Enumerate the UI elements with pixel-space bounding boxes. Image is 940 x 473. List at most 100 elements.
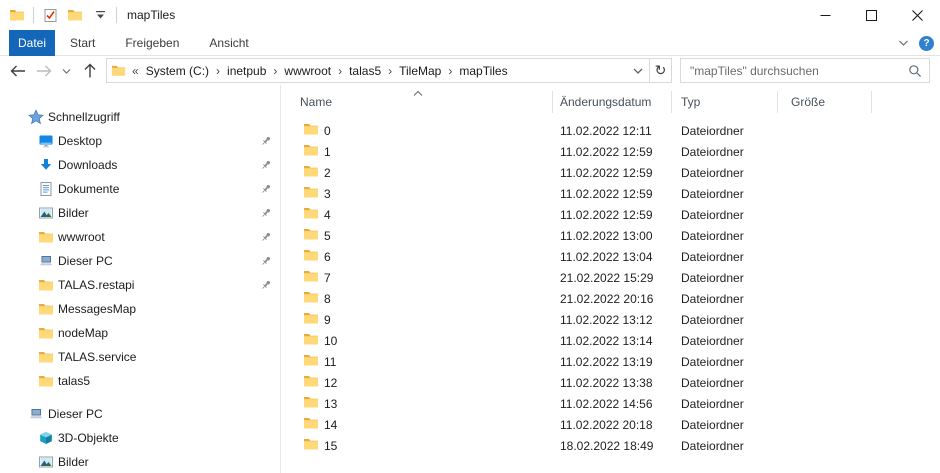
up-button[interactable] bbox=[78, 59, 102, 83]
sidebar-item-label: Dieser PC bbox=[58, 254, 113, 268]
maximize-button[interactable] bbox=[848, 0, 894, 30]
folder-icon bbox=[38, 325, 54, 341]
quick-access-star-icon bbox=[28, 109, 44, 125]
sidebar-item-talas-restapi[interactable]: TALAS.restapi bbox=[0, 273, 280, 297]
table-row[interactable]: 2 11.02.2022 12:59 Dateiordner bbox=[282, 162, 940, 183]
minimize-button[interactable] bbox=[802, 0, 848, 30]
sidebar-item-schnellzugriff[interactable]: Schnellzugriff bbox=[0, 105, 280, 129]
table-row[interactable]: 9 11.02.2022 13:12 Dateiordner bbox=[282, 309, 940, 330]
tab-start[interactable]: Start bbox=[55, 30, 110, 56]
sidebar-item-nodemap[interactable]: nodeMap bbox=[0, 321, 280, 345]
ribbon-tab-bar: DateiStartFreigebenAnsicht ? bbox=[0, 30, 940, 56]
quick-access-toolbar-dropdown-icon[interactable] bbox=[91, 5, 109, 25]
breadcrumb-segment[interactable]: mapTiles bbox=[457, 64, 509, 78]
sidebar-item-bilder[interactable]: Bilder bbox=[0, 201, 280, 225]
pin-icon bbox=[260, 255, 272, 267]
sidebar-item-label: Dokumente bbox=[58, 182, 119, 196]
3d-objects-icon bbox=[38, 430, 54, 446]
sidebar-item-label: wwwroot bbox=[58, 230, 105, 244]
table-row[interactable]: 0 11.02.2022 12:11 Dateiordner bbox=[282, 120, 940, 141]
column-header-size[interactable]: Größe bbox=[778, 91, 872, 113]
sidebar-item-label: Dieser PC bbox=[48, 407, 103, 421]
pin-icon bbox=[260, 135, 272, 147]
refresh-button[interactable]: ↻ bbox=[650, 58, 672, 83]
table-row[interactable]: 10 11.02.2022 13:14 Dateiordner bbox=[282, 330, 940, 351]
address-bar[interactable]: « System (C:)›inetpub›wwwroot›talas5›Til… bbox=[106, 58, 650, 83]
sidebar-item-downloads[interactable]: Downloads bbox=[0, 153, 280, 177]
search-input[interactable] bbox=[681, 64, 908, 78]
sidebar-item-dokumente[interactable]: Dokumente bbox=[0, 177, 280, 201]
desktop-icon bbox=[38, 133, 54, 149]
table-row[interactable]: 11 11.02.2022 13:19 Dateiordner bbox=[282, 351, 940, 372]
table-row[interactable]: 4 11.02.2022 12:59 Dateiordner bbox=[282, 204, 940, 225]
folder-icon bbox=[303, 373, 319, 392]
sidebar-item-wwwroot[interactable]: wwwroot bbox=[0, 225, 280, 249]
computer-icon bbox=[28, 406, 44, 422]
sidebar-item-dieser-pc[interactable]: Dieser PC bbox=[0, 402, 280, 426]
table-row[interactable]: 6 11.02.2022 13:04 Dateiordner bbox=[282, 246, 940, 267]
computer-icon bbox=[38, 253, 54, 269]
breadcrumb-separator-icon[interactable]: › bbox=[443, 64, 457, 78]
navigation-bar: « System (C:)›inetpub›wwwroot›talas5›Til… bbox=[0, 56, 940, 85]
sidebar-item-messagesmap[interactable]: MessagesMap bbox=[0, 297, 280, 321]
breadcrumb-segment[interactable]: wwwroot bbox=[282, 64, 333, 78]
folder-icon bbox=[303, 142, 319, 161]
breadcrumb-separator-icon[interactable]: › bbox=[268, 64, 282, 78]
sidebar-item-bilder[interactable]: Bilder bbox=[0, 450, 280, 473]
column-header-type[interactable]: Typ bbox=[672, 91, 778, 113]
breadcrumb-segment[interactable]: talas5 bbox=[347, 64, 383, 78]
forward-button[interactable] bbox=[32, 59, 56, 83]
tab-datei[interactable]: Datei bbox=[9, 30, 55, 56]
sidebar-item-label: MessagesMap bbox=[58, 302, 136, 316]
content-area: SchnellzugriffDesktopDownloads Dokumente B… bbox=[0, 85, 940, 473]
table-row[interactable]: 7 21.02.2022 15:29 Dateiordner bbox=[282, 267, 940, 288]
table-row[interactable]: 1 11.02.2022 12:59 Dateiordner bbox=[282, 141, 940, 162]
table-row[interactable]: 13 11.02.2022 14:56 Dateiordner bbox=[282, 393, 940, 414]
tab-freigeben[interactable]: Freigeben bbox=[110, 30, 194, 56]
search-icon[interactable] bbox=[908, 64, 922, 78]
table-row[interactable]: 12 11.02.2022 13:38 Dateiordner bbox=[282, 372, 940, 393]
breadcrumb-segment[interactable]: System (C:) bbox=[144, 64, 211, 78]
table-row[interactable]: 5 11.02.2022 13:00 Dateiordner bbox=[282, 225, 940, 246]
tab-ansicht[interactable]: Ansicht bbox=[194, 30, 263, 56]
titlebar-separator bbox=[116, 7, 117, 23]
recent-locations-icon[interactable] bbox=[58, 59, 74, 83]
properties-icon[interactable] bbox=[41, 5, 59, 25]
pin-icon bbox=[260, 159, 272, 171]
titlebar-separator bbox=[33, 7, 34, 23]
window-title: mapTiles bbox=[127, 8, 175, 22]
pin-icon bbox=[260, 183, 272, 195]
column-header-date[interactable]: Änderungsdatum bbox=[553, 91, 672, 113]
folder-icon bbox=[303, 415, 319, 434]
folder-icon bbox=[303, 394, 319, 413]
window-folder-icon bbox=[8, 5, 26, 25]
table-row[interactable]: 14 11.02.2022 20:18 Dateiordner bbox=[282, 414, 940, 435]
folder-icon bbox=[303, 331, 319, 350]
breadcrumb-segment[interactable]: inetpub bbox=[225, 64, 268, 78]
back-button[interactable] bbox=[6, 59, 30, 83]
folder-icon bbox=[303, 163, 319, 182]
table-row[interactable]: 8 21.02.2022 20:16 Dateiordner bbox=[282, 288, 940, 309]
table-row[interactable]: 3 11.02.2022 12:59 Dateiordner bbox=[282, 183, 940, 204]
sidebar-item-desktop[interactable]: Desktop bbox=[0, 129, 280, 153]
help-icon[interactable]: ? bbox=[919, 36, 934, 51]
breadcrumb-segment[interactable]: TileMap bbox=[397, 64, 443, 78]
file-list-pane: Name Änderungsdatum Typ Größe 0 11.02.20… bbox=[282, 85, 940, 473]
breadcrumb-separator-icon[interactable]: › bbox=[383, 64, 397, 78]
address-dropdown-icon[interactable] bbox=[633, 67, 643, 75]
sidebar-item-3d-objekte[interactable]: 3D-Objekte bbox=[0, 426, 280, 450]
expand-ribbon-icon[interactable] bbox=[898, 36, 909, 50]
pin-icon bbox=[260, 231, 272, 243]
sidebar-item-dieser-pc[interactable]: Dieser PC bbox=[0, 249, 280, 273]
table-row[interactable]: 15 18.02.2022 18:49 Dateiordner bbox=[282, 435, 940, 456]
column-header-name[interactable]: Name bbox=[282, 91, 553, 113]
sidebar-item-talas5[interactable]: talas5 bbox=[0, 369, 280, 393]
sidebar-item-talas-service[interactable]: TALAS.service bbox=[0, 345, 280, 369]
close-button[interactable] bbox=[894, 0, 940, 30]
breadcrumb-separator-icon[interactable]: › bbox=[333, 64, 347, 78]
sidebar-item-label: talas5 bbox=[58, 374, 90, 388]
breadcrumb-overflow[interactable]: « bbox=[130, 64, 144, 78]
breadcrumb-separator-icon[interactable]: › bbox=[211, 64, 225, 78]
sidebar-item-label: nodeMap bbox=[58, 326, 108, 340]
new-folder-icon[interactable] bbox=[66, 5, 84, 25]
